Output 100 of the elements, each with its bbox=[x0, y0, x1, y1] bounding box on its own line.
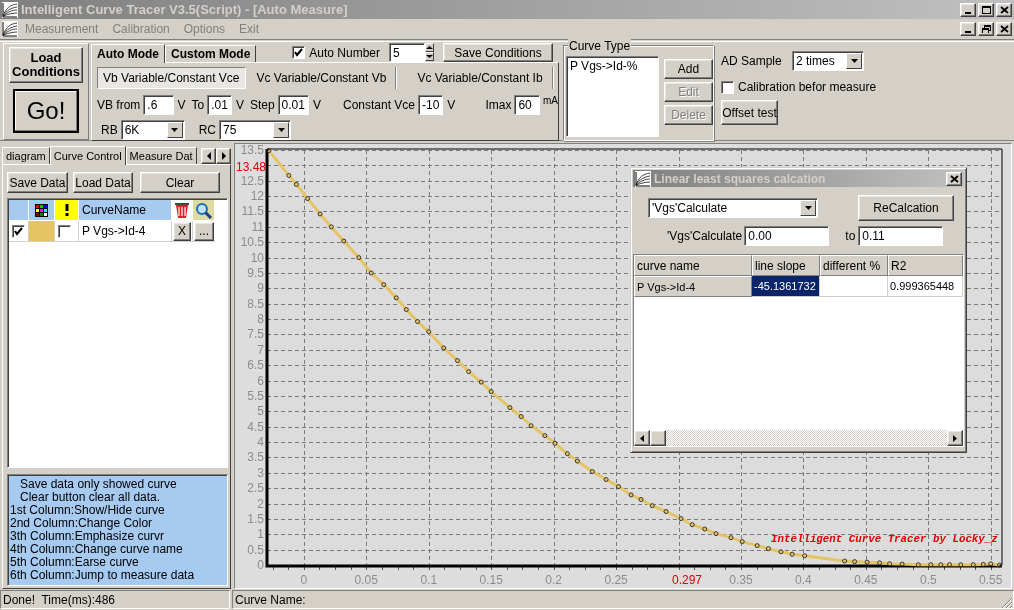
calculate-dropdown[interactable]: 'Vgs'Calculate bbox=[648, 198, 818, 218]
data-point bbox=[454, 358, 460, 364]
axis-label: 10 bbox=[250, 250, 264, 265]
credit-text: Intelligent Curve Tracer by Locky_z bbox=[771, 533, 998, 545]
axis-label: 2 bbox=[257, 496, 264, 511]
data-point bbox=[393, 295, 399, 301]
horizontal-scrollbar[interactable] bbox=[634, 430, 963, 446]
result-cell[interactable]: -45.1361732 bbox=[752, 276, 820, 297]
calibration-label: Calibration befor measure bbox=[738, 80, 877, 94]
resistor-dropdown[interactable]: 6K bbox=[120, 120, 185, 140]
exclamation-icon bbox=[64, 204, 69, 216]
param-field[interactable]: 60 bbox=[514, 95, 540, 115]
load-conditions-button[interactable]: Load Conditions bbox=[9, 47, 83, 83]
param-field[interactable]: .6 bbox=[143, 95, 174, 115]
resistor-dropdown[interactable]: 75 bbox=[219, 120, 291, 140]
result-cell[interactable]: P Vgs->Id-4 bbox=[634, 276, 752, 297]
data-point bbox=[368, 270, 374, 276]
result-cell[interactable] bbox=[820, 276, 888, 297]
axis-label: 7.5 bbox=[247, 327, 264, 342]
data-point bbox=[507, 405, 513, 411]
go-button[interactable]: Go! bbox=[13, 89, 79, 133]
panel-button[interactable]: Save Data bbox=[7, 172, 68, 193]
restore-button[interactable] bbox=[978, 22, 994, 36]
axis-label: 0 bbox=[300, 573, 308, 587]
save-conditions-button[interactable]: Save Conditions bbox=[443, 43, 553, 62]
panel-button[interactable]: Load Data bbox=[73, 172, 133, 193]
list-item[interactable]: P Vgs->Id-% bbox=[570, 59, 655, 73]
mode-tab[interactable]: Custom Mode bbox=[165, 45, 257, 62]
scroll-left-button[interactable] bbox=[201, 148, 216, 164]
axis-label: 11.5 bbox=[241, 204, 264, 219]
sweep-mode-button[interactable]: Vb Variable/Constant Vce bbox=[97, 67, 246, 89]
param-field[interactable]: 0.01 bbox=[277, 95, 309, 115]
axis-label: 10.5 bbox=[240, 235, 264, 250]
data-point bbox=[603, 477, 609, 483]
maximize-button[interactable] bbox=[978, 2, 994, 17]
close-icon bbox=[999, 25, 1009, 33]
data-point bbox=[947, 562, 953, 568]
auto-number-field[interactable]: 5 bbox=[389, 43, 425, 62]
ad-sample-dropdown[interactable]: 2 times bbox=[792, 51, 864, 71]
scroll-right-button[interactable] bbox=[216, 148, 231, 164]
jump-button[interactable]: ... bbox=[194, 221, 214, 241]
range-to-field[interactable]: 0.11 bbox=[858, 226, 944, 246]
panel-tab[interactable]: Curve Control bbox=[49, 146, 126, 165]
help-text: 3th Column:Emphasize curvr bbox=[10, 530, 166, 543]
data-point bbox=[765, 546, 771, 552]
axis-label: 0.35 bbox=[729, 573, 753, 587]
axis-label: 4 bbox=[257, 435, 264, 450]
unit-label: mA bbox=[543, 95, 558, 106]
range-label: 'Vgs'Calculate bbox=[667, 229, 743, 243]
axis-label: 9.5 bbox=[247, 265, 264, 280]
axis-label: 3.5 bbox=[247, 450, 264, 465]
data-point bbox=[574, 458, 580, 464]
emphasize-checkbox[interactable] bbox=[58, 224, 71, 238]
minimize-button[interactable] bbox=[960, 2, 976, 17]
range-from-field[interactable]: 0.00 bbox=[744, 226, 830, 246]
data-point bbox=[341, 238, 347, 244]
param-field[interactable]: .01 bbox=[207, 95, 232, 115]
spin-buttons[interactable] bbox=[425, 43, 434, 62]
panel-tab[interactable]: Measure Dat bbox=[125, 147, 197, 164]
minimize-button[interactable] bbox=[960, 22, 976, 36]
data-point bbox=[286, 173, 292, 178]
curve-type-button[interactable]: Add bbox=[664, 59, 713, 79]
curve-type-list[interactable]: P Vgs->Id-% bbox=[566, 56, 659, 137]
data-point bbox=[739, 539, 745, 545]
param-field[interactable]: -10 bbox=[418, 95, 444, 115]
panel-tab[interactable]: diagram bbox=[2, 147, 50, 164]
data-point bbox=[864, 559, 870, 565]
mode-tab[interactable]: Auto Mode bbox=[91, 44, 165, 63]
column-header: CurveName bbox=[79, 200, 172, 221]
scrollbar-thumb[interactable] bbox=[650, 430, 666, 446]
calibration-checkbox[interactable] bbox=[721, 80, 734, 94]
panel-button[interactable]: Clear bbox=[140, 172, 220, 193]
recalculation-button[interactable]: ReCalcation bbox=[858, 195, 954, 221]
color-swatch[interactable] bbox=[29, 221, 55, 242]
axis-label: 0.5 bbox=[247, 542, 264, 557]
axis-label: 5 bbox=[257, 404, 264, 419]
axis-label: 13.5 bbox=[240, 144, 264, 157]
offset-test-button[interactable]: Offset test bbox=[721, 100, 778, 125]
param-label: Step bbox=[249, 98, 275, 112]
help-text: 5th Column:Earse curve bbox=[10, 556, 140, 569]
data-point bbox=[728, 535, 734, 541]
close-button[interactable] bbox=[996, 22, 1012, 36]
axis-label: 8.5 bbox=[247, 296, 264, 311]
data-point bbox=[789, 551, 795, 557]
axis-label: 4.5 bbox=[247, 419, 264, 434]
erase-button[interactable]: X bbox=[173, 221, 191, 241]
sweep-mode-button[interactable]: Vc Variable/Constant Vb bbox=[251, 67, 392, 89]
maximize-icon bbox=[981, 5, 991, 14]
minimize-icon bbox=[965, 31, 971, 33]
close-button[interactable] bbox=[996, 2, 1012, 17]
resistor-label: RB bbox=[101, 123, 118, 137]
axis-label: 0.55 bbox=[979, 573, 1003, 587]
show-checkbox[interactable] bbox=[12, 224, 25, 238]
auto-number-checkbox[interactable] bbox=[292, 46, 306, 59]
close-button[interactable] bbox=[946, 171, 962, 186]
result-cell[interactable]: 0.999365448 bbox=[888, 276, 963, 297]
ad-sample-label: AD Sample bbox=[721, 54, 783, 68]
sweep-mode-button[interactable]: Vc Variable/Constant Ib bbox=[412, 67, 548, 89]
axis-label: 0 bbox=[257, 558, 264, 572]
param-label: To bbox=[191, 98, 205, 112]
